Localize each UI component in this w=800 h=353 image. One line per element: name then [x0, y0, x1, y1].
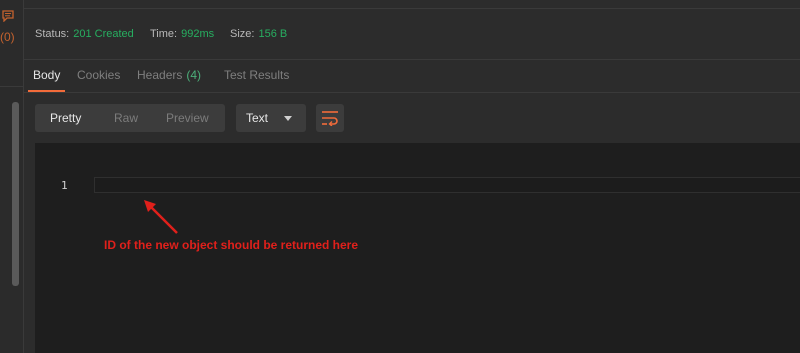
format-select[interactable]: Text: [236, 104, 306, 132]
annotation-arrow-icon: [144, 200, 178, 234]
status-value: 201 Created: [73, 28, 134, 40]
comments-count: (0): [0, 30, 15, 44]
response-status-bar: Status: 201 Created Time: 992ms Size: 156 B: [24, 9, 800, 60]
response-panel: (0) Status: 201 Created Time: 992ms Size: 1…: [0, 0, 800, 353]
scrollbar-thumb[interactable]: [12, 102, 19, 286]
headers-count: (4): [186, 68, 202, 82]
time-value: 992ms: [181, 28, 215, 40]
pretty-button[interactable]: Pretty: [50, 104, 81, 132]
divider: [0, 86, 23, 87]
preview-button[interactable]: Preview: [166, 104, 209, 132]
raw-button[interactable]: Raw: [114, 104, 138, 132]
size-label: Size:: [230, 28, 255, 40]
wrap-lines-icon: [322, 111, 338, 126]
time-label: Time:: [150, 28, 178, 40]
active-line[interactable]: [94, 177, 800, 193]
response-tabs: Body Cookies Headers (4) Test Results: [24, 60, 800, 93]
status-label: Status:: [35, 28, 70, 40]
chevron-down-icon: [284, 116, 292, 121]
left-sidebar-strip: (0): [0, 0, 24, 353]
size-value: 156 B: [258, 28, 288, 40]
wrap-lines-button[interactable]: [316, 104, 344, 132]
comments-control[interactable]: (0): [0, 0, 23, 58]
tab-headers[interactable]: Headers (4): [137, 60, 201, 90]
line-number: 1: [61, 179, 68, 192]
status-info: Status: 201 Created: [35, 28, 134, 40]
time-info: Time: 992ms: [150, 28, 214, 40]
size-info: Size: 156 B: [230, 28, 287, 40]
comment-icon: [2, 10, 14, 22]
view-mode-group: Pretty Raw Preview: [35, 104, 225, 132]
format-select-value: Text: [246, 111, 269, 125]
tab-cookies[interactable]: Cookies: [77, 60, 120, 90]
annotation-note: ID of the new object should be returned …: [104, 238, 359, 252]
tab-body[interactable]: Body: [28, 60, 66, 92]
tab-headers-label: Headers: [137, 68, 183, 82]
tab-test-results[interactable]: Test Results: [224, 60, 289, 90]
